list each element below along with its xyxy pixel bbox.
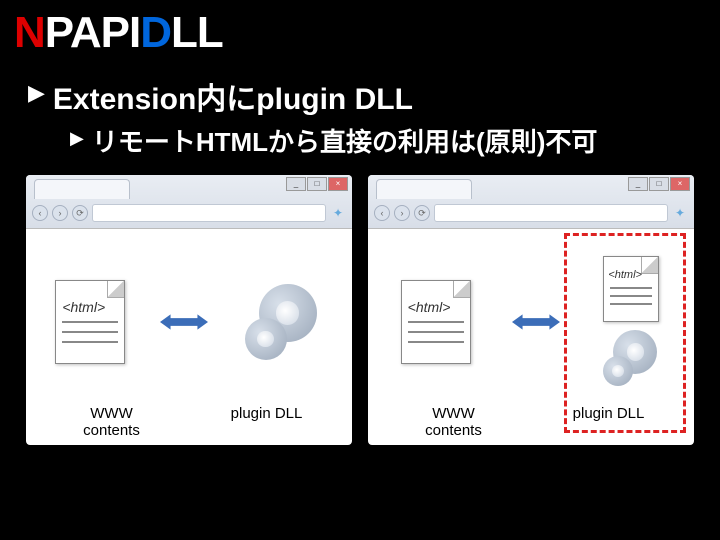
gear-small-icon — [601, 328, 661, 388]
maximize-icon: □ — [649, 177, 669, 191]
url-bar — [92, 204, 326, 222]
caption-www: WWW contents — [409, 405, 499, 439]
nav-bar: ‹ › ⟳ ✦ — [374, 203, 688, 223]
title-d: D — [140, 8, 171, 57]
caption-plugin: plugin DLL — [564, 405, 654, 439]
close-icon: × — [328, 177, 348, 191]
browser-tab — [34, 179, 130, 199]
bullet-main: ▶ Extension内にplugin DLL — [28, 74, 706, 118]
html-tag: <html> — [408, 299, 451, 315]
bullet-sub-text: リモートHTMLから直接の利用は(原則)不可 — [92, 122, 598, 159]
caption-www: WWW contents — [67, 405, 157, 439]
window-buttons: _ □ × — [628, 177, 690, 191]
title-papi: PAPI — [45, 8, 140, 57]
back-icon: ‹ — [32, 205, 48, 221]
minimize-icon: _ — [628, 177, 648, 191]
html-tag: <html> — [608, 269, 642, 281]
browser-body: <html> <html> — [368, 229, 694, 405]
caption-plugin: plugin DLL — [222, 405, 312, 439]
title-n: N — [14, 8, 45, 57]
gear-icon — [243, 282, 323, 362]
forward-icon: › — [394, 205, 410, 221]
nav-bar: ‹ › ⟳ ✦ — [32, 203, 346, 223]
html-doc-icon: <html> — [55, 280, 125, 364]
window-buttons: _ □ × — [286, 177, 348, 191]
extension-stack: <html> — [601, 256, 661, 388]
captions-right: WWW contents plugin DLL — [368, 405, 694, 447]
browser-tab — [376, 179, 472, 199]
bullet-main-text: Extension内にplugin DLL — [53, 74, 413, 118]
html-tag: <html> — [62, 299, 105, 315]
browser-right: _ □ × ‹ › ⟳ ✦ <html> — [368, 175, 694, 445]
diagram-panels: _ □ × ‹ › ⟳ ✦ <html> — [26, 175, 694, 445]
slide-title: NPAPIDLL — [14, 8, 706, 58]
browser-chrome: _ □ × ‹ › ⟳ ✦ — [368, 175, 694, 229]
star-icon: ✦ — [672, 205, 688, 221]
html-doc-small-icon: <html> — [603, 256, 659, 322]
reload-icon: ⟳ — [414, 205, 430, 221]
double-arrow-icon — [160, 311, 208, 333]
browser-chrome: _ □ × ‹ › ⟳ ✦ — [26, 175, 352, 229]
bullet-sub: ▶ リモートHTMLから直接の利用は(原則)不可 — [70, 122, 706, 159]
double-arrow-icon — [512, 311, 560, 333]
url-bar — [434, 204, 668, 222]
maximize-icon: □ — [307, 177, 327, 191]
browser-body: <html> — [26, 229, 352, 405]
browser-left: _ □ × ‹ › ⟳ ✦ <html> — [26, 175, 352, 445]
back-icon: ‹ — [374, 205, 390, 221]
html-doc-icon: <html> — [401, 280, 471, 364]
caption-extension: Extension — [604, 450, 670, 467]
close-icon: × — [670, 177, 690, 191]
star-icon: ✦ — [330, 205, 346, 221]
captions-left: WWW contents plugin DLL — [26, 405, 352, 447]
reload-icon: ⟳ — [72, 205, 88, 221]
bullet-arrow-icon: ▶ — [28, 80, 45, 106]
title-ll: LL — [171, 8, 223, 57]
minimize-icon: _ — [286, 177, 306, 191]
bullet-arrow-icon: ▶ — [70, 128, 84, 149]
forward-icon: › — [52, 205, 68, 221]
